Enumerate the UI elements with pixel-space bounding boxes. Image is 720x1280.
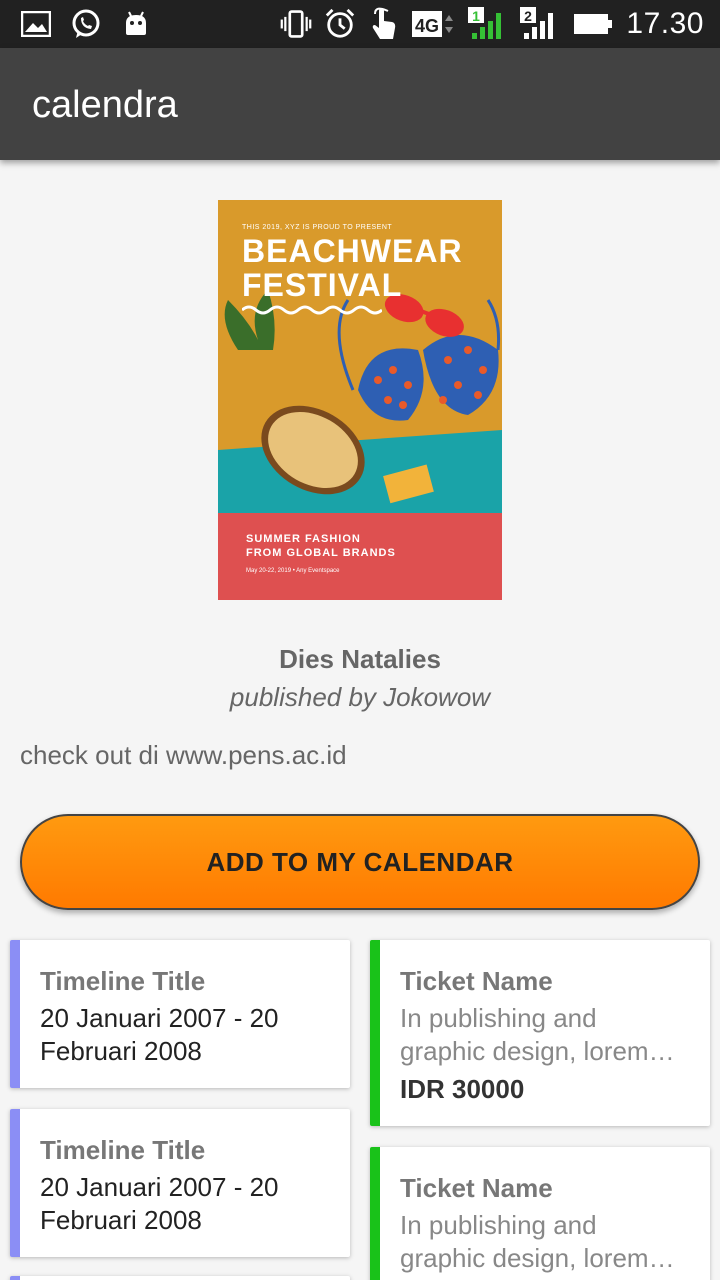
clock-time: 17.30 xyxy=(626,7,704,40)
timeline-dates: 20 Januari 2007 - 20 Februari 2008 xyxy=(40,1002,340,1068)
app-title: calendra xyxy=(32,84,178,126)
timeline-card xyxy=(10,1276,350,1280)
network-4g-icon: 4G xyxy=(412,8,456,40)
timeline-dates: 20 Januari 2007 - 20 Februari 2008 xyxy=(40,1171,340,1237)
ticket-price: IDR 30000 xyxy=(400,1074,525,1104)
ticket-card: Ticket Name In publishing and graphic de… xyxy=(370,1147,710,1280)
ticket-desc-line2: graphic design, lorem… xyxy=(400,1243,675,1273)
svg-text:1: 1 xyxy=(473,8,481,24)
svg-text:4G: 4G xyxy=(415,16,439,36)
timeline-title: Timeline Title xyxy=(40,966,206,996)
timeline-date-line2: Februari 2008 xyxy=(40,1036,202,1066)
poster-subtitle: SUMMER FASHION FROM GLOBAL BRANDS xyxy=(246,532,396,560)
ticket-description: In publishing and graphic design, lorem… xyxy=(400,1002,700,1068)
status-bar: 4G 1 2 17.30 xyxy=(0,0,720,48)
signal-sim2-icon: 2 xyxy=(520,7,560,40)
poster-subtitle-line1: SUMMER FASHION xyxy=(246,533,361,545)
timeline-date-line1: 20 Januari 2007 - 20 xyxy=(40,1003,279,1033)
timeline-date-line2: Februari 2008 xyxy=(40,1205,202,1235)
ticket-name: Ticket Name xyxy=(400,966,553,996)
svg-text:2: 2 xyxy=(525,8,533,24)
app-bar: calendra xyxy=(0,48,720,160)
poster-title-line1: BEACHWEAR xyxy=(242,233,463,269)
add-to-calendar-button[interactable]: ADD TO MY CALENDAR xyxy=(20,814,700,910)
timeline-card: Timeline Title 20 Januari 2007 - 20 Febr… xyxy=(10,940,350,1088)
poster-date: May 20-22, 2019 • Any Eventspace xyxy=(246,568,340,574)
poster-small-text: THIS 2019, XYZ IS PROUD TO PRESENT xyxy=(242,224,393,231)
poster-title: BEACHWEAR FESTIVAL xyxy=(242,234,463,302)
gallery-icon xyxy=(20,8,52,40)
timeline-accent-bar xyxy=(10,1276,20,1280)
ticket-desc-line1: In publishing and xyxy=(400,1003,597,1033)
signal-sim1-icon: 1 xyxy=(468,7,508,40)
ticket-accent-bar xyxy=(370,940,380,1126)
battery-icon xyxy=(572,8,614,40)
touch-icon xyxy=(368,7,400,40)
alarm-icon xyxy=(324,8,356,40)
ticket-card: Ticket Name In publishing and graphic de… xyxy=(370,940,710,1126)
event-poster-image: THIS 2019, XYZ IS PROUD TO PRESENT BEACH… xyxy=(218,200,502,600)
event-name: Dies Natalies xyxy=(279,644,441,674)
poster-wave-decoration xyxy=(242,305,382,315)
timeline-card: Timeline Title 20 Januari 2007 - 20 Febr… xyxy=(10,1109,350,1257)
ticket-accent-bar xyxy=(370,1147,380,1280)
timeline-accent-bar xyxy=(10,1109,20,1257)
timeline-date-line1: 20 Januari 2007 - 20 xyxy=(40,1172,279,1202)
timeline-title: Timeline Title xyxy=(40,1135,206,1165)
ticket-description: In publishing and graphic design, lorem… xyxy=(400,1209,700,1275)
poster-title-line2: FESTIVAL xyxy=(242,267,403,303)
event-publisher: published by Jokowow xyxy=(229,682,491,712)
whatsapp-icon xyxy=(70,8,102,40)
ticket-name: Ticket Name xyxy=(400,1173,553,1203)
timeline-accent-bar xyxy=(10,940,20,1088)
ticket-desc-line1: In publishing and xyxy=(400,1210,597,1240)
vibrate-icon xyxy=(280,8,312,40)
event-description: check out di www.pens.ac.id xyxy=(20,740,347,770)
android-icon xyxy=(120,8,152,40)
ticket-desc-line2: graphic design, lorem… xyxy=(400,1036,675,1066)
poster-subtitle-line2: FROM GLOBAL BRANDS xyxy=(246,547,396,559)
